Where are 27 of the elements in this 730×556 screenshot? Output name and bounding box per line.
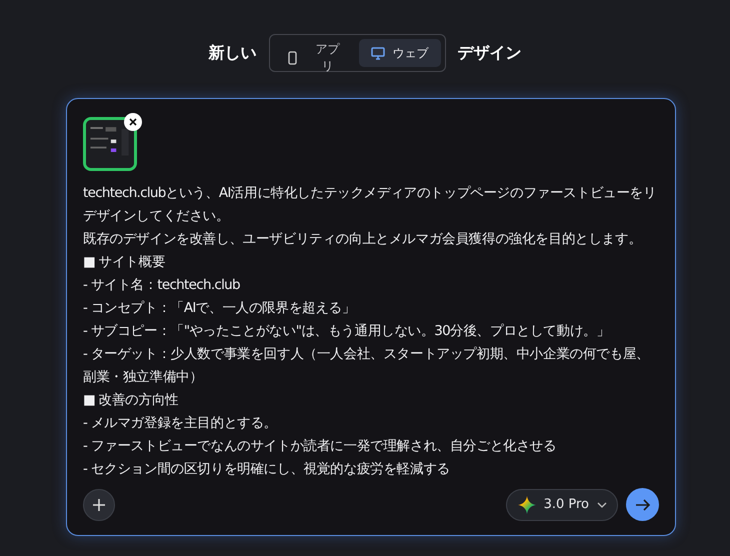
phone-icon [288, 51, 296, 65]
add-button[interactable] [83, 488, 115, 520]
monitor-icon [370, 46, 384, 60]
prompt-text-line: - ターゲット：少人数で事業を回す人（一人会社、スタートアップ初期、中小企業の何でも屋、副業・独立準備中） [83, 345, 650, 387]
chevron-down-icon [597, 502, 607, 508]
prompt-text-line: - コンセプト：「AIで、一人の限界を超える」 [83, 299, 356, 318]
heading-text: 新しい [208, 42, 256, 64]
prompt-text-line: ■ サイト概要 [83, 253, 166, 272]
model-selector[interactable]: 3.0 Pro [506, 488, 618, 520]
prompt-text-line: - メルマガ登録を主目的とする。 [83, 414, 278, 433]
prompt-text-line: - サブコピー：「"やったことがない"は、もう通用しない。30分後、プロとして動け。」 [83, 322, 611, 341]
send-button[interactable] [626, 488, 659, 521]
sparkle-icon [518, 496, 536, 514]
prompt-text-line: techtech.clubという、AI活用に特化したテックメディアのトップページのファーストビューをリデザインしてください。 [83, 184, 658, 226]
mode-tab[interactable]: アプリ [274, 39, 352, 75]
remove-attachment-button[interactable] [124, 113, 142, 131]
plus-icon [92, 498, 106, 512]
attachment-thumbnail [83, 117, 137, 171]
prompt-text-line: - セクション間の区切りを明確にし、視覚的な疲労を軽減する [83, 460, 451, 479]
prompt-text-line: ■ 改善の方向性 [83, 391, 180, 410]
prompt-text-line: - サイト名：techtech.club [83, 276, 241, 295]
arrow-right-icon [634, 498, 650, 512]
close-icon [129, 118, 137, 126]
prompt-text-line: - ファーストビューでなんのサイトか読者に一発で理解され、自分ごと化させる [83, 437, 558, 456]
prompt-text-line: 既存のデザインを改善し、ユーザビリティの向上とメルマガ会員獲得の強化を目的とします。 [83, 230, 643, 249]
mode-tab[interactable]: ウェブ [358, 39, 440, 67]
heading-text: デザイン [458, 42, 522, 64]
